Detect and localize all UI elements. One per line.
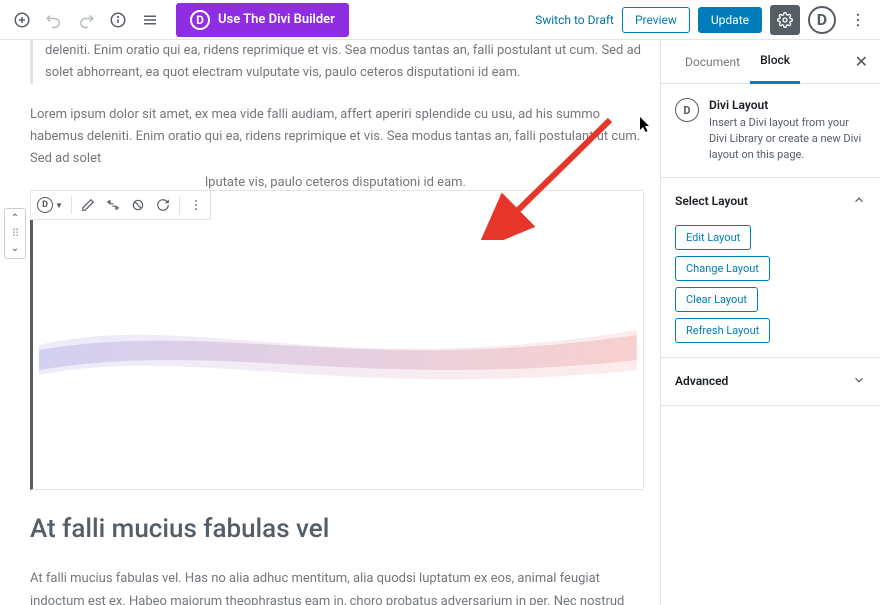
block-info-title: Divi Layout bbox=[709, 98, 866, 112]
panel-advanced: Advanced bbox=[661, 358, 880, 406]
info-button[interactable] bbox=[104, 6, 132, 34]
chevron-down-icon bbox=[852, 372, 866, 391]
swap-icon[interactable] bbox=[101, 193, 125, 217]
editor-main: ⌃ ⠿ ⌄ deleniti. Enim oratio qui ea, ride… bbox=[0, 40, 880, 605]
refresh-icon[interactable] bbox=[151, 193, 175, 217]
paragraph-text: Lorem ipsum dolor sit amet, ex mea vide … bbox=[30, 107, 640, 166]
toolbar-right: Switch to Draft Preview Update D bbox=[535, 5, 872, 35]
block-type-button[interactable]: D ▼ bbox=[33, 197, 67, 213]
update-button[interactable]: Update bbox=[698, 7, 762, 33]
divider bbox=[179, 196, 180, 214]
divider bbox=[71, 196, 72, 214]
builder-btn-label: Use The Divi Builder bbox=[218, 12, 335, 27]
divi-icon: D bbox=[37, 197, 53, 213]
more-button[interactable] bbox=[844, 6, 872, 34]
sidebar-tabs: Document Block ✕ bbox=[661, 40, 880, 84]
panel-title: Advanced bbox=[675, 374, 728, 388]
settings-button[interactable] bbox=[770, 5, 800, 35]
edit-icon[interactable] bbox=[76, 193, 100, 217]
block-toolbar: D ▼ bbox=[30, 190, 211, 220]
change-layout-button[interactable]: Change Layout bbox=[675, 256, 770, 281]
edit-layout-button[interactable]: Edit Layout bbox=[675, 225, 751, 250]
undo-button[interactable] bbox=[40, 6, 68, 34]
block-more-button[interactable] bbox=[184, 193, 208, 217]
block-info: D Divi Layout Insert a Divi layout from … bbox=[661, 84, 880, 178]
panel-title: Select Layout bbox=[675, 194, 748, 208]
toolbar-left: D Use The Divi Builder bbox=[8, 3, 349, 37]
preview-button[interactable]: Preview bbox=[622, 7, 690, 33]
panel-body-layout: Edit Layout Change Layout Clear Layout R… bbox=[661, 225, 880, 357]
divi-layout-block[interactable]: D ▼ bbox=[30, 190, 644, 490]
editor-toolbar: D Use The Divi Builder Switch to Draft P… bbox=[0, 0, 880, 40]
switch-to-draft-link[interactable]: Switch to Draft bbox=[535, 13, 614, 27]
use-divi-builder-button[interactable]: D Use The Divi Builder bbox=[176, 3, 349, 37]
outline-button[interactable] bbox=[136, 6, 164, 34]
divi-logo-icon: D bbox=[190, 10, 210, 30]
divi-panel-button[interactable]: D bbox=[808, 6, 836, 34]
tab-block[interactable]: Block bbox=[750, 39, 800, 84]
move-up-button[interactable]: ⌃ bbox=[9, 211, 21, 226]
close-panel-button[interactable]: ✕ bbox=[855, 52, 868, 71]
paragraph-block[interactable]: deleniti. Enim oratio qui ea, ridens rep… bbox=[30, 40, 644, 84]
panel-select-layout: Select Layout Edit Layout Change Layout … bbox=[661, 178, 880, 358]
paragraph-block[interactable]: Lorem ipsum dolor sit amet, ex mea vide … bbox=[30, 104, 644, 170]
tab-document[interactable]: Document bbox=[675, 41, 750, 83]
drag-handle[interactable]: ⠿ bbox=[10, 226, 19, 241]
heading-block[interactable]: At falli mucius fabulas vel bbox=[30, 514, 644, 544]
divi-icon: D bbox=[675, 98, 699, 122]
block-info-desc: Insert a Divi layout from your Divi Libr… bbox=[709, 115, 866, 163]
settings-sidebar: Document Block ✕ D Divi Layout Insert a … bbox=[660, 40, 880, 605]
block-mover: ⌃ ⠿ ⌄ bbox=[4, 208, 26, 259]
add-block-button[interactable] bbox=[8, 6, 36, 34]
move-down-button[interactable]: ⌄ bbox=[9, 241, 21, 256]
chevron-down-icon: ▼ bbox=[55, 201, 63, 210]
redo-button[interactable] bbox=[72, 6, 100, 34]
panel-toggle-select-layout[interactable]: Select Layout bbox=[661, 178, 880, 225]
clear-layout-button[interactable]: Clear Layout bbox=[675, 287, 758, 312]
refresh-layout-button[interactable]: Refresh Layout bbox=[675, 318, 770, 343]
editor-canvas: ⌃ ⠿ ⌄ deleniti. Enim oratio qui ea, ride… bbox=[0, 40, 660, 605]
paragraph-block[interactable]: At falli mucius fabulas vel. Has no alia… bbox=[30, 568, 644, 605]
clear-icon[interactable] bbox=[126, 193, 150, 217]
panel-toggle-advanced[interactable]: Advanced bbox=[661, 358, 880, 405]
divi-wave-graphic bbox=[39, 290, 637, 390]
paragraph-trailing: lputate vis, paulo ceteros disputationi … bbox=[205, 175, 466, 190]
chevron-up-icon bbox=[852, 192, 866, 211]
